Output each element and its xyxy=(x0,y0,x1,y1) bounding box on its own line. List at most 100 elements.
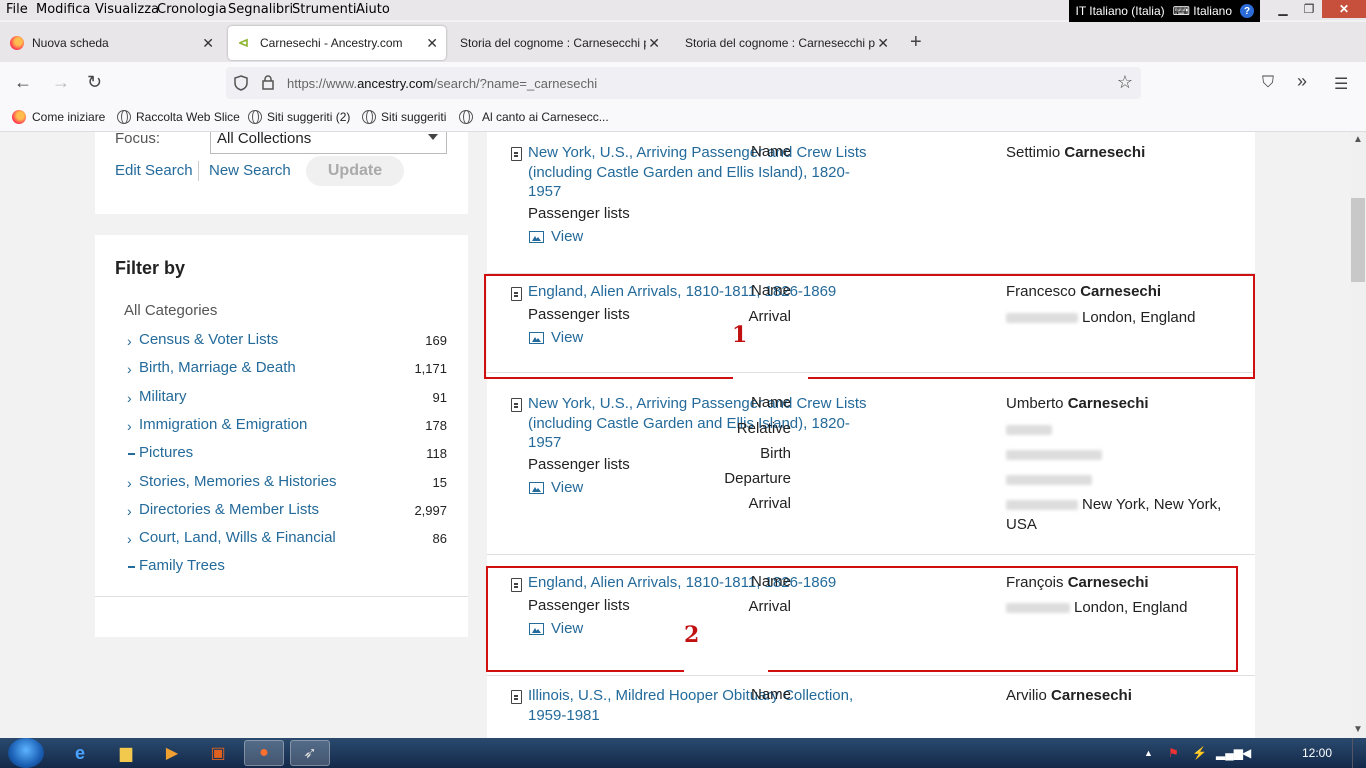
network-icon[interactable]: ▂▄▆ xyxy=(1216,746,1243,760)
page-scrollbar[interactable]: ▲ ▼ xyxy=(1350,132,1366,738)
filter-item-military[interactable]: › Military 91 xyxy=(127,387,447,409)
menu-visualizza[interactable]: Visualizza xyxy=(95,2,159,17)
start-button[interactable] xyxy=(8,738,44,768)
result-row: Illinois, U.S., Mildred Hooper Obituary … xyxy=(487,676,1255,736)
filter-item-label: Census & Voter Lists xyxy=(139,331,279,348)
filter-item-birth[interactable]: › Birth, Marriage & Death 1,171 xyxy=(127,358,447,380)
app-icon[interactable]: ▣ xyxy=(198,740,238,766)
document-icon xyxy=(511,690,522,704)
bookmark-siti-suggeriti-2[interactable]: Siti suggeriti (2) xyxy=(248,110,350,124)
redacted-date xyxy=(1006,500,1078,511)
ancestry-leaf-icon: ⊲ xyxy=(238,35,249,50)
view-image-link[interactable]: View xyxy=(529,228,583,245)
close-tab-icon[interactable]: ✕ xyxy=(426,35,438,52)
focus-select-value: All Collections xyxy=(217,132,312,147)
all-categories-label: All Categories xyxy=(124,302,218,319)
field-label: Name xyxy=(750,686,791,703)
clock[interactable]: 12:00 xyxy=(1302,746,1332,760)
keyboard-layout[interactable]: ⌨ Italiano xyxy=(1173,4,1232,18)
scroll-down-icon[interactable]: ▼ xyxy=(1353,724,1363,735)
filter-item-family-trees[interactable]: Family Trees xyxy=(127,556,447,578)
show-desktop-button[interactable] xyxy=(1352,738,1366,768)
volume-icon[interactable]: ◀ xyxy=(1242,746,1251,760)
restore-icon[interactable]: ❐ xyxy=(1296,0,1322,18)
view-image-link[interactable]: View xyxy=(529,479,583,496)
reload-icon[interactable]: ↻ xyxy=(87,72,102,93)
new-tab-icon[interactable]: + xyxy=(910,31,922,54)
lock-icon[interactable] xyxy=(262,75,274,90)
menu-file[interactable]: File xyxy=(6,2,28,17)
globe-icon xyxy=(459,110,473,124)
close-tab-icon[interactable]: ✕ xyxy=(202,35,214,52)
menu-modifica[interactable]: Modifica xyxy=(36,2,90,17)
internet-explorer-icon[interactable]: e xyxy=(60,740,100,766)
media-player-icon[interactable]: ▶ xyxy=(152,740,192,766)
update-button[interactable]: Update xyxy=(306,156,404,186)
bookmark-raccolta[interactable]: Raccolta Web Slice xyxy=(117,110,240,124)
divider xyxy=(198,161,199,181)
close-window-icon[interactable]: ✕ xyxy=(1322,0,1366,18)
filter-item-count: 15 xyxy=(432,475,447,490)
tray-expand-icon[interactable]: ▲ xyxy=(1144,748,1153,758)
flag-icon[interactable]: ⚑ xyxy=(1168,746,1179,760)
filter-item-pictures[interactable]: Pictures 118 xyxy=(127,443,447,465)
close-tab-icon[interactable]: ✕ xyxy=(877,35,889,52)
filter-item-stories[interactable]: › Stories, Memories & Histories 15 xyxy=(127,472,447,494)
bookmark-come-iniziare[interactable]: Come iniziare xyxy=(12,110,105,124)
scroll-up-icon[interactable]: ▲ xyxy=(1353,134,1363,145)
language-bar[interactable]: IT Italiano (Italia) ⌨ Italiano ? xyxy=(1069,0,1260,22)
folder-icon[interactable]: ▆ xyxy=(106,740,146,766)
filter-item-count: 178 xyxy=(425,418,447,433)
tab-ancestry[interactable]: ⊲ Carnesechi - Ancestry.com ✕ xyxy=(228,26,446,60)
url-bar[interactable]: https://www.ancestry.com/search/?name=_c… xyxy=(226,67,1141,99)
new-search-link[interactable]: New Search xyxy=(209,162,291,179)
dropdown-caret-icon xyxy=(428,134,438,140)
tab-nuova-scheda[interactable]: Nuova scheda ✕ xyxy=(0,26,222,60)
keyboard-layout-label: Italiano xyxy=(1193,4,1232,18)
filter-item-directories[interactable]: › Directories & Member Lists 2,997 xyxy=(127,500,447,522)
menu-cronologia[interactable]: Cronologia xyxy=(157,2,227,17)
edit-search-link[interactable]: Edit Search xyxy=(115,162,193,179)
result-row: New York, U.S., Arriving Passenger and C… xyxy=(487,384,1255,552)
globe-icon xyxy=(248,110,262,124)
filter-item-label: Birth, Marriage & Death xyxy=(139,359,296,376)
forward-arrow-icon[interactable]: → xyxy=(52,72,70,93)
filter-item-immigration[interactable]: › Immigration & Emigration 178 xyxy=(127,415,447,437)
tab-storia-1[interactable]: Storia del cognome : Carnesecchi p ✕ xyxy=(450,26,668,60)
url-text[interactable]: https://www.ancestry.com/search/?name=_c… xyxy=(287,76,597,91)
given-name: Arvilio xyxy=(1006,687,1047,704)
menu-aiuto[interactable]: Aiuto xyxy=(356,2,390,17)
hamburger-menu-icon[interactable]: ☰ xyxy=(1334,74,1348,94)
overflow-chevron-icon[interactable]: » xyxy=(1297,71,1307,92)
focus-label: Focus: xyxy=(115,132,161,147)
power-icon[interactable]: ⚡ xyxy=(1192,746,1207,760)
bookmark-star-icon[interactable]: ☆ xyxy=(1117,72,1133,93)
back-arrow-icon[interactable]: ← xyxy=(14,72,32,93)
url-domain: ancestry.com xyxy=(357,76,434,91)
divider xyxy=(487,554,1255,555)
menu-segnalibri[interactable]: Segnalibri xyxy=(228,2,293,17)
tab-storia-2[interactable]: Storia del cognome : Carnesecchi p ✕ xyxy=(675,26,897,60)
app-taskbar-icon[interactable]: ➶ xyxy=(290,740,330,766)
firefox-taskbar-icon[interactable]: ● xyxy=(244,740,284,766)
focus-select[interactable]: All Collections xyxy=(210,132,447,154)
menu-strumenti[interactable]: Strumenti xyxy=(292,2,357,17)
field-name-value: Umberto Carnesechi xyxy=(1006,394,1236,414)
firefox-icon xyxy=(12,110,26,124)
shield-icon[interactable] xyxy=(234,75,248,91)
filter-item-census[interactable]: › Census & Voter Lists 169 xyxy=(127,330,447,352)
field-label: Arrival xyxy=(748,495,791,512)
bookmark-al-canto[interactable]: Al canto ai Carnesecc... xyxy=(459,110,609,124)
help-icon[interactable]: ? xyxy=(1240,4,1254,18)
filter-item-label: Immigration & Emigration xyxy=(139,416,308,433)
bookmark-siti-suggeriti[interactable]: Siti suggeriti xyxy=(362,110,446,124)
language-indicator[interactable]: IT Italiano (Italia) xyxy=(1075,4,1164,18)
filter-item-court[interactable]: › Court, Land, Wills & Financial 86 xyxy=(127,528,447,550)
filter-item-label: Stories, Memories & Histories xyxy=(139,473,337,490)
bookmarks-bar: Come iniziare Raccolta Web Slice Siti su… xyxy=(0,104,1366,132)
scrollbar-thumb[interactable] xyxy=(1351,198,1365,282)
minimize-icon[interactable]: ▁ xyxy=(1270,0,1296,18)
pocket-icon[interactable]: ⛉ xyxy=(1262,74,1274,92)
close-tab-icon[interactable]: ✕ xyxy=(648,35,660,52)
globe-icon xyxy=(362,110,376,124)
